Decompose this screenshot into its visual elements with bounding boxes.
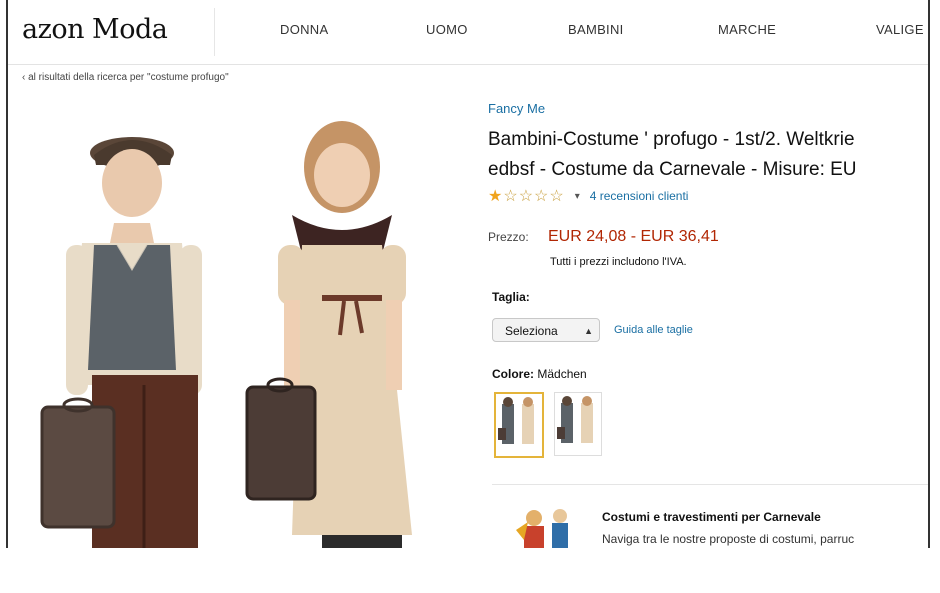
carnival-costumes-icon[interactable] xyxy=(494,500,584,548)
browser-frame: azon Moda DONNA UOMO BAMBINI MARCHE VALI… xyxy=(6,0,930,548)
brand-link[interactable]: Fancy Me xyxy=(488,101,545,116)
chevron-down-icon[interactable]: ▾ xyxy=(575,191,580,202)
color-label: Colore: xyxy=(492,367,534,381)
color-swatch[interactable] xyxy=(554,392,602,456)
promo-title[interactable]: Costumi e travestimenti per Carnevale xyxy=(602,510,821,524)
nav-item-marche[interactable]: MARCHE xyxy=(718,22,776,37)
product-main-image[interactable] xyxy=(22,95,462,548)
boy-figure xyxy=(40,137,202,548)
size-select[interactable]: Seleziona ▲ xyxy=(492,318,600,342)
promo-text: Naviga tra le nostre proposte di costumi… xyxy=(602,532,855,546)
swatch-thumbnail xyxy=(498,397,534,444)
back-to-results-link[interactable]: ‹ al risultati della ricerca per "costum… xyxy=(22,72,229,83)
girl-figure xyxy=(245,121,412,548)
color-row: Colore: Mädchen xyxy=(492,367,587,381)
site-header: azon Moda DONNA UOMO BAMBINI MARCHE VALI… xyxy=(8,0,928,65)
section-divider xyxy=(492,484,928,485)
nav-item-uomo[interactable]: UOMO xyxy=(426,22,468,37)
swatch-thumbnail xyxy=(557,396,593,443)
nav-item-bambini[interactable]: BAMBINI xyxy=(568,22,624,37)
product-title-line-1: Bambini-Costume ' profugo - 1st/2. Weltk… xyxy=(488,129,855,150)
price-value: EUR 24,08 - EUR 36,41 xyxy=(548,228,719,245)
vat-note: Tutti i prezzi includono l'IVA. xyxy=(550,256,687,268)
reviews-link[interactable]: 4 recensioni clienti xyxy=(590,189,689,203)
color-swatch-selected[interactable] xyxy=(494,392,544,458)
color-value: Mädchen xyxy=(537,367,587,381)
size-select-value: Seleziona xyxy=(505,324,558,338)
product-title-line-2: edbsf - Costume da Carnevale - Misure: E… xyxy=(488,159,857,180)
size-label: Taglia: xyxy=(492,290,530,304)
nav-item-valige[interactable]: VALIGE xyxy=(876,22,924,37)
rating-row: ★☆☆☆☆ ▾ 4 recensioni clienti xyxy=(488,186,688,206)
product-title: Bambini-Costume ' profugo - 1st/2. Weltk… xyxy=(488,125,928,185)
size-guide-link[interactable]: Guida alle taglie xyxy=(614,324,693,336)
site-logo[interactable]: azon Moda xyxy=(22,14,168,45)
star-rating-icon[interactable]: ★☆☆☆☆ xyxy=(488,186,565,206)
nav-item-donna[interactable]: DONNA xyxy=(280,22,328,37)
price-label: Prezzo: xyxy=(488,230,529,244)
nav-divider xyxy=(214,8,215,56)
select-arrows-icon: ▲ xyxy=(584,326,593,336)
